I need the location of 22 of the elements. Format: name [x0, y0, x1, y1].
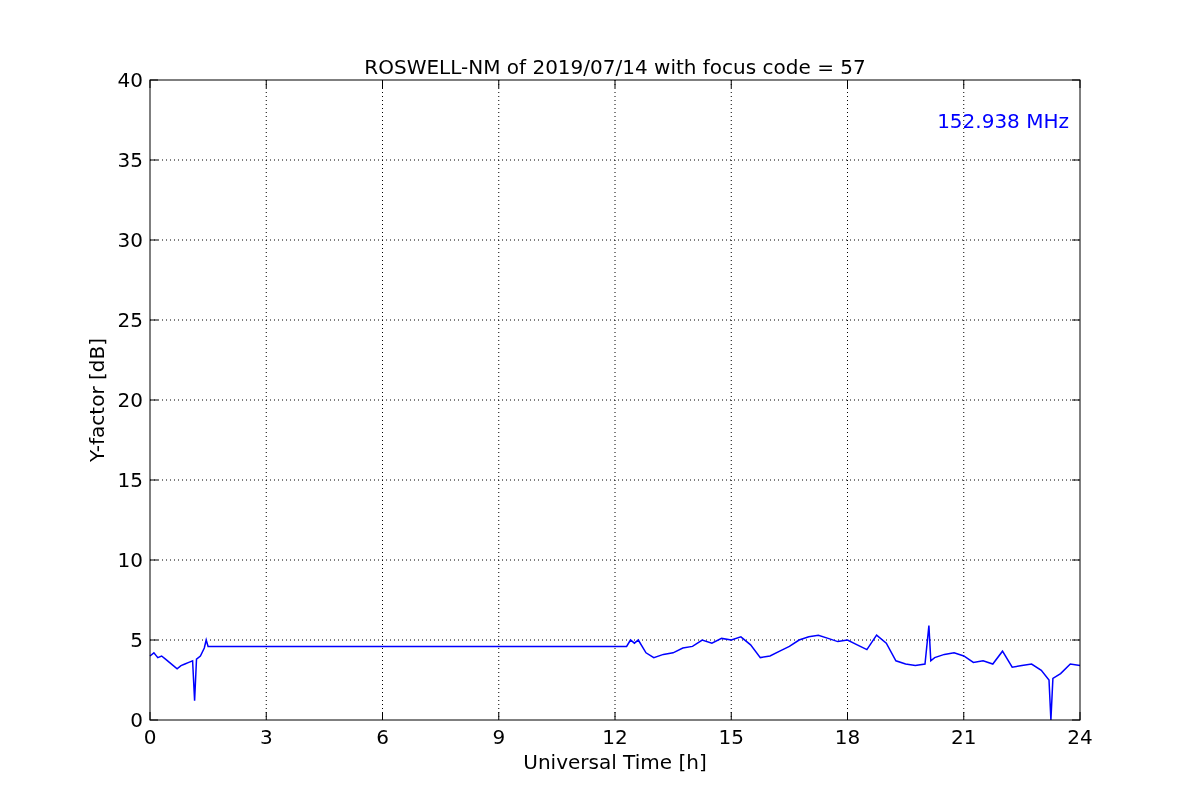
y-tick-label: 40 [117, 68, 143, 92]
x-tick-label: 18 [834, 725, 861, 749]
y-tick-label: 15 [117, 468, 143, 492]
y-tick-label: 25 [117, 308, 143, 332]
x-tick-label: 3 [259, 725, 273, 749]
x-tick-label: 21 [951, 725, 977, 749]
y-tick-label: 10 [117, 548, 143, 572]
y-tick-label: 30 [117, 228, 143, 252]
x-tick-label: 12 [602, 725, 628, 749]
x-axis-label: Universal Time [h] [523, 750, 707, 774]
x-tick-label: 24 [1067, 725, 1093, 749]
y-axis-label: Y-factor [dB] [85, 338, 109, 462]
x-tick-label: 0 [143, 725, 157, 749]
chart-title: ROSWELL-NM of 2019/07/14 with focus code = 57 [364, 55, 866, 79]
x-tick-label: 15 [718, 725, 744, 749]
x-tick-label: 9 [492, 725, 506, 749]
y-tick-label: 20 [117, 388, 143, 412]
x-tick-label: 6 [376, 725, 389, 749]
y-tick-label: 0 [130, 708, 143, 732]
y-tick-label: 5 [130, 628, 143, 652]
frequency-annotation: 152.938 MHz [937, 109, 1069, 133]
y-tick-label: 35 [117, 148, 143, 172]
